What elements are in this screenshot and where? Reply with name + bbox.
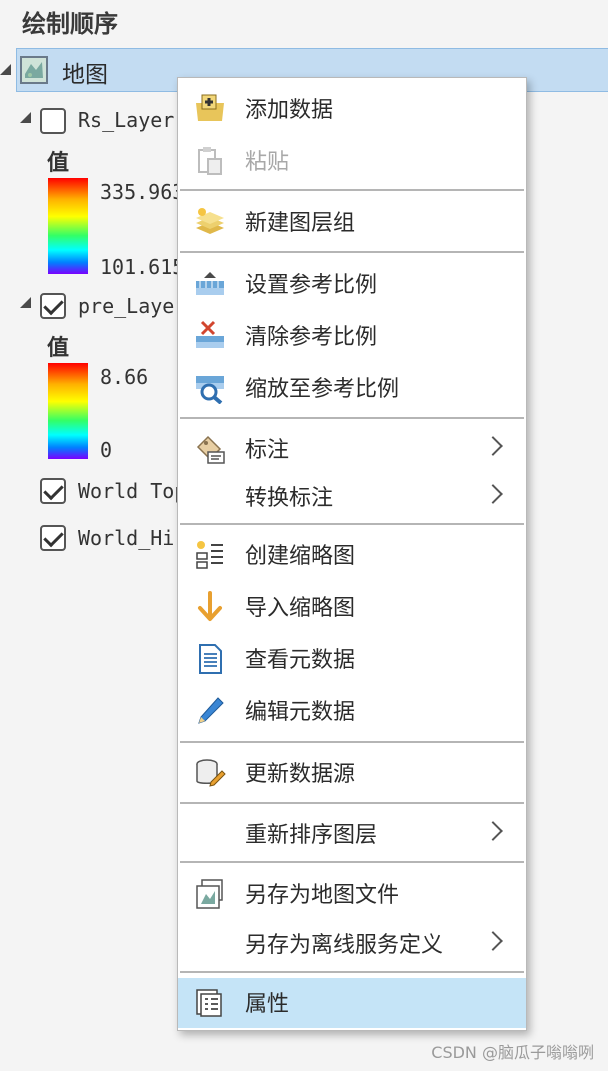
paste-label: 粘贴 <box>245 150 290 175</box>
create-thumbnail-icon <box>194 539 226 571</box>
properties-icon <box>194 987 226 1019</box>
pre-layer-checkbox[interactable] <box>40 293 66 319</box>
pre-color-ramp <box>48 363 88 459</box>
convert-labeling-label: 转换标注 <box>245 486 334 511</box>
expand-pre-layer-triangle[interactable] <box>20 297 31 308</box>
rs-layer-name[interactable]: Rs_Layer <box>78 108 174 132</box>
menu-separator <box>180 741 524 743</box>
pre-legend-title: 值 <box>47 336 70 361</box>
menu-item-edit-metadata[interactable]: 编辑元数据 <box>178 686 526 734</box>
menu-separator <box>180 861 524 863</box>
edit-metadata-label: 编辑元数据 <box>245 700 356 725</box>
rs-layer-checkbox[interactable] <box>40 108 66 134</box>
save-as-map-file-label: 另存为地图文件 <box>245 883 400 908</box>
import-thumbnail-label: 导入缩略图 <box>245 596 356 621</box>
menu-item-clear-reference-scale[interactable]: 清除参考比例 <box>178 311 526 359</box>
menu-item-convert-labeling[interactable]: 转换标注 <box>178 472 526 520</box>
menu-separator <box>180 189 524 191</box>
chevron-right-icon <box>483 821 503 841</box>
rs-legend-min: 101.615 <box>100 255 185 279</box>
watermark: CSDN @脑瓜子嗡嗡咧 <box>431 1043 594 1062</box>
world-hillshade-name[interactable]: World_Hi <box>78 526 174 550</box>
menu-item-update-data-sources[interactable]: 更新数据源 <box>178 748 526 796</box>
world-hillshade-checkbox[interactable] <box>40 525 66 551</box>
menu-item-zoom-to-reference-scale[interactable]: 缩放至参考比例 <box>178 363 526 411</box>
panel-title: 绘制顺序 <box>22 10 118 38</box>
chevron-right-icon <box>483 931 503 951</box>
menu-item-new-group-layer[interactable]: 新建图层组 <box>178 197 526 245</box>
expand-rs-layer-triangle[interactable] <box>20 112 31 123</box>
world-topo-checkbox[interactable] <box>40 478 66 504</box>
properties-label: 属性 <box>245 992 290 1017</box>
menu-item-set-reference-scale[interactable]: 设置参考比例 <box>178 259 526 307</box>
menu-item-create-thumbnail[interactable]: 创建缩略图 <box>178 530 526 578</box>
menu-item-properties[interactable]: 属性 <box>178 978 526 1028</box>
zoom-to-reference-scale-icon <box>194 372 226 405</box>
chevron-right-icon <box>483 484 503 504</box>
menu-item-view-metadata[interactable]: 查看元数据 <box>178 634 526 682</box>
menu-separator <box>180 523 524 525</box>
add-data-label: 添加数据 <box>245 98 334 123</box>
set-reference-scale-icon <box>194 268 226 300</box>
view-metadata-icon <box>194 643 226 675</box>
reorder-layers-label: 重新排序图层 <box>245 823 378 848</box>
pre-legend-min: 0 <box>100 438 113 462</box>
view-metadata-label: 查看元数据 <box>245 648 356 673</box>
save-as-map-file-icon <box>194 878 226 910</box>
menu-item-save-as-offline-service-definition[interactable]: 另存为离线服务定义 <box>178 919 526 967</box>
menu-separator <box>180 802 524 804</box>
rs-legend-max: 335.963 <box>100 180 185 204</box>
labeling-label: 标注 <box>245 438 290 463</box>
expand-map-triangle[interactable] <box>0 64 11 75</box>
zoom-to-reference-scale-label: 缩放至参考比例 <box>245 377 400 402</box>
pre-legend-max: 8.66 <box>100 365 149 389</box>
context-menu: 添加数据 粘贴 新建图层组 设置参考比例 清除参考比例 缩放至参考比例 标注 转… <box>177 77 527 1031</box>
menu-item-labeling[interactable]: 标注 <box>178 424 526 472</box>
menu-separator <box>180 251 524 253</box>
pencil-icon <box>194 695 226 727</box>
menu-item-reorder-layers[interactable]: 重新排序图层 <box>178 809 526 857</box>
menu-separator <box>180 417 524 419</box>
set-reference-scale-label: 设置参考比例 <box>245 273 378 298</box>
menu-separator <box>180 971 524 973</box>
paste-icon <box>194 145 226 177</box>
add-data-icon <box>194 93 226 125</box>
menu-item-save-as-map-file[interactable]: 另存为地图文件 <box>178 869 526 917</box>
map-label[interactable]: 地图 <box>62 55 108 89</box>
map-icon <box>20 56 48 84</box>
chevron-right-icon <box>483 436 503 456</box>
rs-legend-title: 值 <box>47 151 70 176</box>
clear-reference-scale-icon <box>194 320 226 352</box>
menu-item-paste[interactable]: 粘贴 <box>178 136 526 184</box>
new-group-layer-icon <box>194 206 226 238</box>
arrow-down-icon <box>194 591 226 623</box>
create-thumbnail-label: 创建缩略图 <box>245 544 356 569</box>
clear-reference-scale-label: 清除参考比例 <box>245 325 378 350</box>
save-as-offline-service-definition-label: 另存为离线服务定义 <box>245 933 444 958</box>
pre-layer-name[interactable]: pre_Layer <box>78 294 186 318</box>
database-icon <box>194 757 226 789</box>
rs-color-ramp <box>48 178 88 274</box>
new-group-layer-label: 新建图层组 <box>245 211 356 236</box>
update-data-sources-label: 更新数据源 <box>245 762 356 787</box>
menu-item-import-thumbnail[interactable]: 导入缩略图 <box>178 582 526 630</box>
labeling-icon <box>194 433 226 465</box>
menu-item-add-data[interactable]: 添加数据 <box>178 84 526 132</box>
